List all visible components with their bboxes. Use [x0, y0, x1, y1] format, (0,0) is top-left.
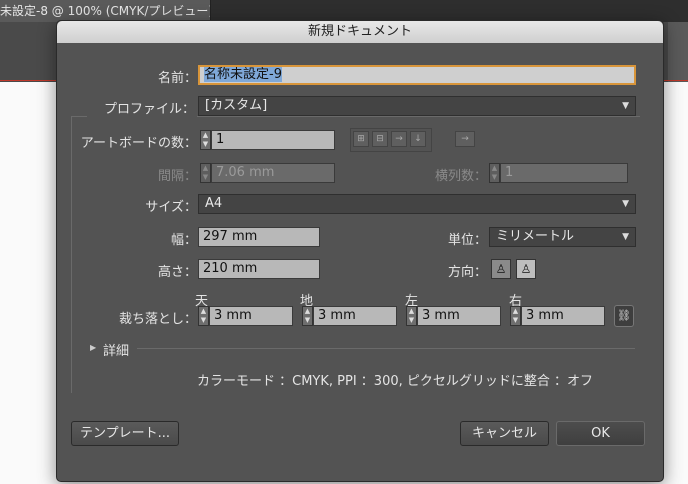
dialog-title: 新規ドキュメント: [57, 21, 663, 43]
triangle-right-icon[interactable]: ▶: [90, 343, 96, 352]
chain-link-icon[interactable]: ⛓: [614, 305, 634, 327]
spacing-label: 間隔：: [157, 169, 197, 184]
columns-spinner: ▲ ▼: [489, 163, 500, 183]
arrange-by-column-icon[interactable]: ↓: [410, 131, 426, 147]
artboards-label: アートボードの数：: [80, 136, 197, 151]
grid-by-row-icon[interactable]: ⊞: [353, 131, 369, 147]
bleed-label: 裁ち落とし：: [118, 312, 197, 327]
profile-select[interactable]: [カスタム] ▼: [198, 96, 636, 116]
spacing-spinner: ▲ ▼: [200, 163, 211, 183]
units-select-value: ミリメートル: [496, 229, 575, 244]
grid-by-column-icon[interactable]: ⊟: [372, 131, 388, 147]
right-to-left-icon[interactable]: →: [455, 131, 475, 147]
height-label: 高さ：: [157, 265, 197, 280]
artboards-spinner[interactable]: ▲ ▼: [200, 130, 211, 150]
height-input[interactable]: 210 mm: [198, 259, 320, 279]
bleed-left-spinner[interactable]: ▲ ▼: [406, 306, 417, 326]
width-input[interactable]: 297 mm: [198, 227, 320, 247]
units-label: 単位：: [447, 233, 487, 248]
app-right-panel: [668, 22, 688, 82]
bleed-top-input[interactable]: 3 mm: [209, 306, 293, 326]
ok-button[interactable]: OK: [556, 421, 645, 446]
advanced-separator: [137, 348, 635, 349]
document-tab-label: 未設定-8 @ 100% (CMYK/プレビュー): [0, 4, 211, 18]
chevron-down-icon: ▼: [622, 101, 629, 111]
landscape-orientation-icon[interactable]: ♙: [516, 259, 536, 279]
columns-input: 1: [500, 163, 628, 183]
size-select[interactable]: A4 ▼: [198, 194, 636, 214]
size-select-value: A4: [205, 196, 223, 211]
columns-label: 横列数：: [434, 169, 487, 184]
chevron-down-icon: ▼: [622, 199, 629, 209]
templates-button[interactable]: テンプレート...: [71, 421, 179, 446]
profile-label: プロファイル：: [87, 98, 197, 117]
spacing-input: 7.06 mm: [211, 163, 335, 183]
portrait-orientation-icon[interactable]: ♙: [491, 259, 511, 279]
name-label: 名前：: [157, 71, 197, 86]
name-input[interactable]: 名称未設定-9: [198, 65, 636, 85]
bleed-left-input[interactable]: 3 mm: [417, 306, 501, 326]
width-label: 幅：: [170, 233, 197, 248]
bleed-right-input[interactable]: 3 mm: [521, 306, 605, 326]
advanced-label[interactable]: 詳細: [103, 340, 129, 359]
new-document-dialog: 新規ドキュメント 名前： 名称未設定-9 プロファイル： [カスタム] ▼ アート…: [56, 20, 664, 482]
document-tab[interactable]: 未設定-8 @ 100% (CMYK/プレビュー): [0, 0, 211, 22]
cancel-button[interactable]: キャンセル: [460, 421, 549, 446]
chevron-down-icon: ▼: [622, 232, 629, 242]
orientation-label: 方向：: [447, 265, 487, 280]
artboards-input[interactable]: 1: [211, 130, 335, 150]
units-select[interactable]: ミリメートル ▼: [489, 227, 636, 247]
bleed-bottom-input[interactable]: 3 mm: [313, 306, 397, 326]
bleed-bottom-spinner[interactable]: ▲ ▼: [302, 306, 313, 326]
document-info-text: カラーモード ：CMYK, PPI ：300, ピクセルグリッドに整合 ：オフ: [197, 374, 594, 389]
name-input-value: 名称未設定-9: [204, 67, 282, 82]
arrange-by-row-icon[interactable]: →: [391, 131, 407, 147]
bleed-right-spinner[interactable]: ▲ ▼: [510, 306, 521, 326]
size-label: サイズ：: [145, 200, 197, 215]
profile-select-value: [カスタム]: [205, 98, 268, 113]
bleed-top-spinner[interactable]: ▲ ▼: [198, 306, 209, 326]
profile-group-box: [71, 116, 640, 393]
